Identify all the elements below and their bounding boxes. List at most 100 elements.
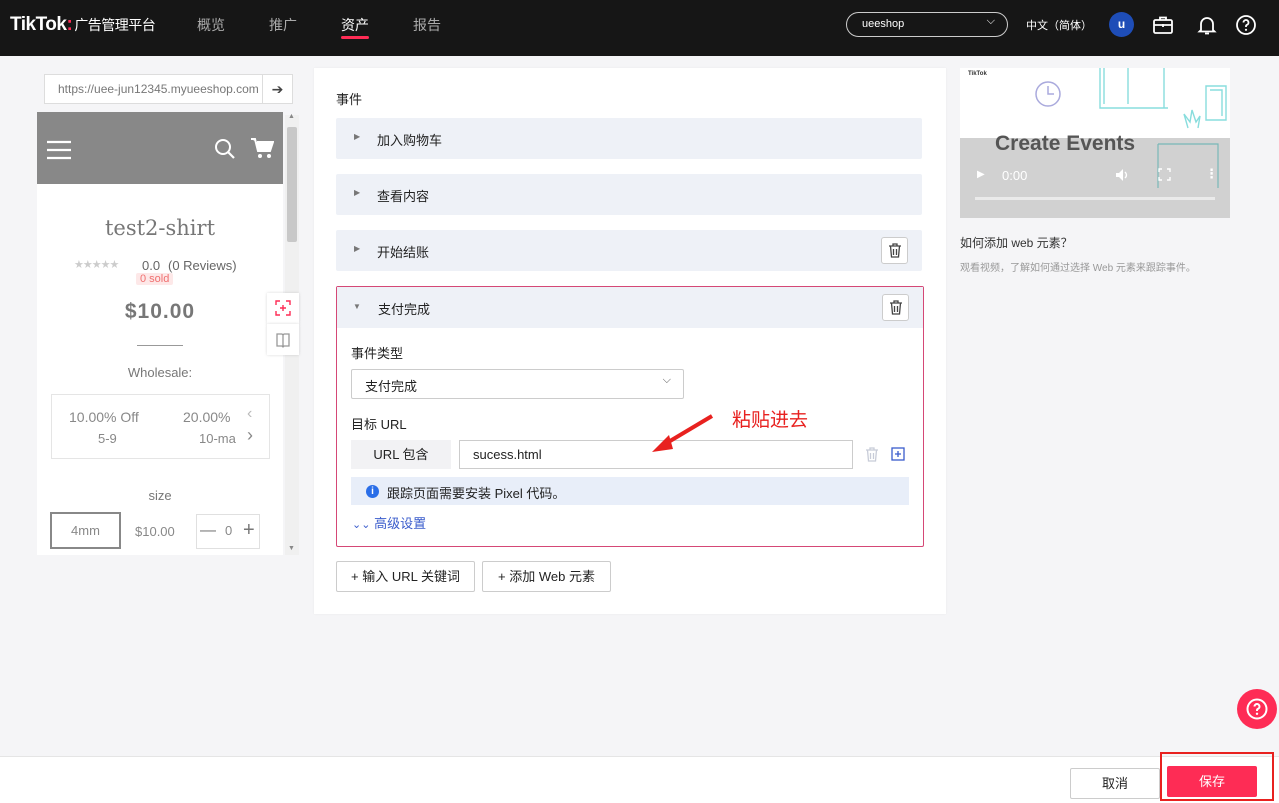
menu-icon[interactable] <box>47 140 71 160</box>
add-url-keyword-button[interactable]: + 输入 URL 关键词 <box>336 561 475 592</box>
wholesale-table: 10.00% Off 5-9 20.00% 10-ma ‹ › <box>51 394 270 459</box>
pixel-info-banner: i 跟踪页面需要安装 Pixel 代码。 <box>351 477 909 505</box>
trash-icon[interactable] <box>865 447 879 462</box>
help-icon[interactable] <box>1234 13 1258 37</box>
delete-event-button[interactable] <box>881 237 908 264</box>
briefcase-icon[interactable] <box>1151 13 1175 37</box>
url-condition-select[interactable]: URL 包含 <box>351 440 451 469</box>
select-element-tool[interactable] <box>267 293 299 324</box>
review-count: (0 Reviews) <box>168 258 237 273</box>
volume-icon[interactable] <box>1115 168 1130 182</box>
caret-down-icon: ▼ <box>353 302 361 311</box>
annotation-arrow-icon <box>652 414 714 452</box>
save-button[interactable]: 保存 <box>1167 766 1257 797</box>
avatar[interactable]: u <box>1109 12 1134 37</box>
double-chevron-down-icon: ⌄⌄ <box>352 519 371 531</box>
trash-icon <box>889 243 901 258</box>
event-type-select[interactable]: 支付完成 ⌵ <box>351 369 684 399</box>
scroll-down-icon[interactable]: ▼ <box>288 545 295 552</box>
wholesale-range: 10-ma <box>199 431 236 446</box>
info-text: 跟踪页面需要安装 Pixel 代码。 <box>387 486 566 501</box>
fullscreen-icon[interactable] <box>1158 168 1171 181</box>
caret-right-icon: ▶ <box>354 244 361 253</box>
event-name: 支付完成 <box>378 302 431 317</box>
advanced-settings-link[interactable]: ⌄⌄ 高级设置 <box>352 513 426 532</box>
nav-overview[interactable]: 概览 <box>197 15 225 35</box>
video-progress[interactable] <box>975 197 1215 200</box>
arrow-right-icon[interactable]: ➔ <box>263 74 293 104</box>
scrollbar-thumb[interactable] <box>287 127 297 242</box>
more-options-icon[interactable]: ⋮ <box>1205 166 1218 182</box>
chevron-left-icon[interactable]: ‹ <box>247 405 252 423</box>
annotation-text: 粘贴进去 <box>732 410 809 431</box>
nav-reports[interactable]: 报告 <box>413 15 441 35</box>
events-section-label: 事件 <box>336 92 363 107</box>
book-icon <box>276 333 290 348</box>
trash-icon <box>890 300 902 315</box>
cancel-button[interactable]: 取消 <box>1070 768 1160 799</box>
size-label: size <box>148 488 172 503</box>
help-icon <box>1246 698 1268 720</box>
top-navigation-bar: TikTok: 广告管理平台 概览 推广 资产 报告 ueeshop ⌵ 中文（简体… <box>0 0 1279 56</box>
play-icon[interactable]: ▶ <box>977 169 985 180</box>
preview-header <box>37 112 283 184</box>
preview-url-input[interactable]: https://uee-jun12345.myueeshop.com <box>44 74 263 104</box>
scroll-up-icon[interactable]: ▲ <box>288 113 295 120</box>
event-row-view-content[interactable]: ▶ 查看内容 <box>336 174 922 215</box>
event-row-initiate-checkout[interactable]: ▶ 开始结账 <box>336 230 922 271</box>
language-switch[interactable]: 中文（简体） <box>1026 17 1092 33</box>
help-title: 如何添加 web 元素？ <box>960 236 1073 250</box>
caret-right-icon: ▶ <box>354 188 361 197</box>
event-name: 开始结账 <box>377 245 430 260</box>
option-price: $10.00 <box>135 524 175 539</box>
event-row-purchase[interactable]: ▼ 支付完成 <box>337 287 923 328</box>
nav-promote[interactable]: 推广 <box>269 15 297 35</box>
caret-right-icon: ▶ <box>354 132 361 141</box>
wholesale-range: 5-9 <box>98 431 117 446</box>
rating-value: 0.0 <box>142 258 161 273</box>
quantity-stepper[interactable]: — 0 + <box>196 514 260 549</box>
quantity-value: 0 <box>225 523 233 538</box>
help-description: 观看视频，了解如何通过选择 Web 元素来跟踪事件。 <box>960 263 1196 274</box>
advanced-settings-label: 高级设置 <box>374 516 427 531</box>
video-brand: TikTok <box>968 71 987 77</box>
event-type-label: 事件类型 <box>351 346 404 361</box>
account-name: ueeshop <box>862 18 905 30</box>
help-fab-button[interactable] <box>1237 689 1277 729</box>
chevron-down-icon: ⌵ <box>662 374 671 386</box>
event-panel-purchase: ▼ 支付完成 <box>336 286 924 547</box>
event-name: 查看内容 <box>377 189 430 204</box>
help-video[interactable]: TikTok Create Events ▶ 0:00 ⋮ <box>960 68 1230 218</box>
target-url-label: 目标 URL <box>351 417 407 432</box>
plus-button[interactable]: + <box>243 519 255 542</box>
video-title: Create Events <box>995 132 1136 155</box>
product-price: $10.00 <box>124 300 196 323</box>
delete-event-button[interactable] <box>882 294 909 321</box>
size-option[interactable]: 4mm <box>50 512 121 549</box>
video-time: 0:00 <box>1002 168 1028 183</box>
divider <box>137 345 183 346</box>
wholesale-discount: 10.00% Off <box>69 409 139 425</box>
event-type-value: 支付完成 <box>365 379 418 394</box>
product-title: test2-shirt <box>104 216 216 240</box>
clock-icon <box>1035 81 1061 107</box>
event-name: 加入购物车 <box>377 133 443 148</box>
preview-mode-tool[interactable] <box>267 324 299 355</box>
wholesale-label: Wholesale: <box>127 365 193 380</box>
chevron-down-icon: ⌵ <box>986 15 995 27</box>
info-icon: i <box>366 485 379 498</box>
sold-badge: 0 sold <box>136 273 174 285</box>
nav-assets[interactable]: 资产 <box>341 15 369 39</box>
tiktok-ads-logo[interactable]: TikTok: 广告管理平台 <box>10 14 156 36</box>
add-web-element-button[interactable]: + 添加 Web 元素 <box>482 561 611 592</box>
wholesale-discount: 20.00% <box>183 409 231 425</box>
event-row-add-to-cart[interactable]: ▶ 加入购物车 <box>336 118 922 159</box>
cart-icon[interactable] <box>250 137 274 159</box>
search-icon[interactable] <box>214 138 236 160</box>
select-element-icon <box>275 300 291 316</box>
account-selector[interactable]: ueeshop ⌵ <box>846 12 1008 37</box>
bell-icon[interactable] <box>1195 13 1219 37</box>
minus-button[interactable]: — <box>200 522 216 540</box>
chevron-right-icon[interactable]: › <box>247 425 253 446</box>
add-square-icon[interactable] <box>891 447 905 461</box>
